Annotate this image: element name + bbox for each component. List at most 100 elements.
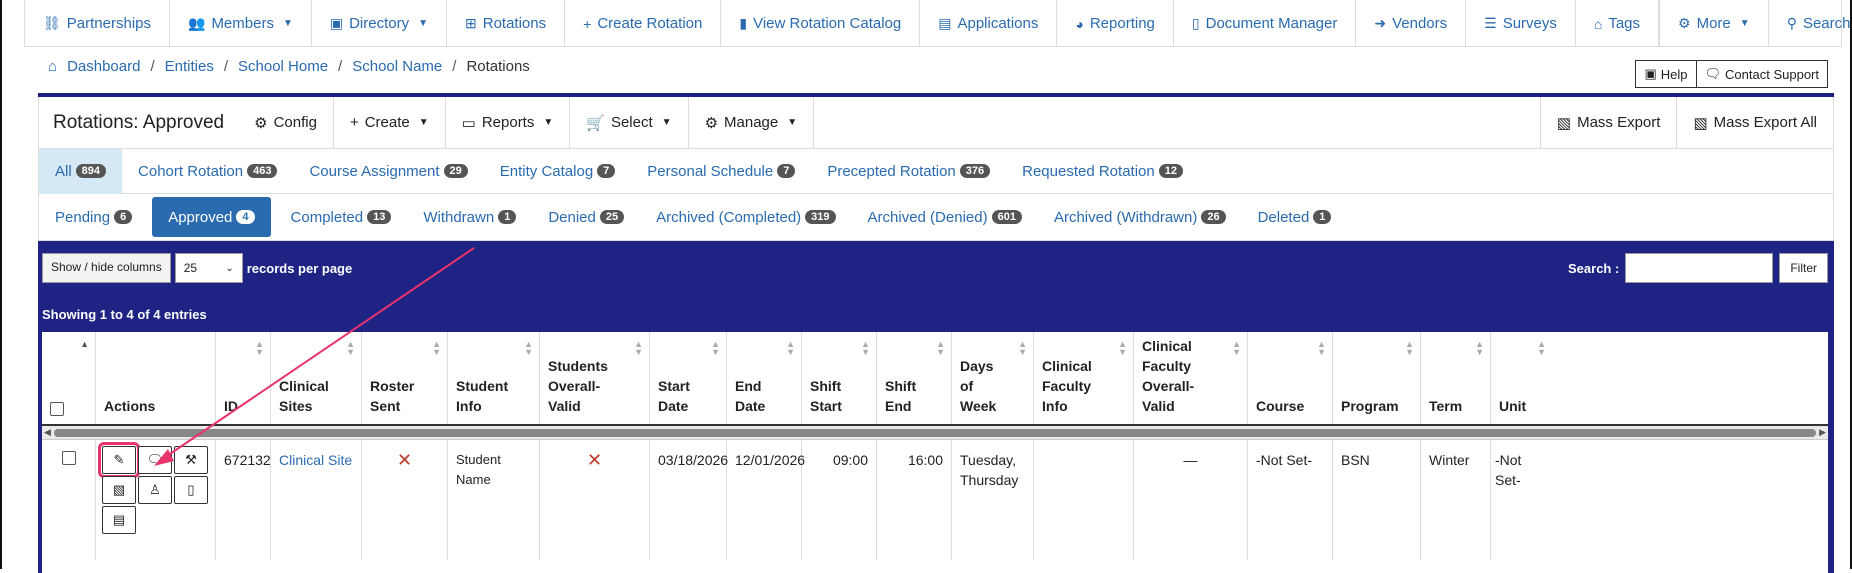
mass-export-button[interactable]: ▧ Mass Export <box>1539 96 1677 149</box>
edit-button[interactable]: ✎ <box>98 442 140 478</box>
scroll-thumb[interactable] <box>54 429 1816 437</box>
table-container: Show / hide columns 25 ⌄ records per page… <box>38 241 1834 573</box>
select-all-checkbox[interactable] <box>50 402 64 416</box>
count-badge: 1 <box>498 210 517 224</box>
breadcrumb-dashboard[interactable]: Dashboard <box>67 58 140 75</box>
nav-document-manager[interactable]: ▯ Document Manager <box>1174 0 1357 47</box>
tab-archived-denied[interactable]: Archived (Denied) 601 <box>852 195 1038 240</box>
create-button[interactable]: + Create ▼ <box>334 96 446 149</box>
cell-shift-end: 16:00 <box>877 440 952 560</box>
nav-more[interactable]: ⚙ More ▼ <box>1659 0 1769 47</box>
nav-rotations[interactable]: ⊞ Rotations <box>447 0 566 47</box>
count-badge: 1 <box>1313 210 1332 224</box>
tab-archived-completed[interactable]: Archived (Completed) 319 <box>640 195 851 240</box>
search-input[interactable] <box>1625 253 1774 283</box>
tab-approved[interactable]: Approved 4 <box>152 197 271 237</box>
row-checkbox[interactable] <box>61 451 76 465</box>
action-buttons: ✎ 🗨 ⚒ ▧ ♙ ▯ ▤ <box>98 442 210 536</box>
sort-icon: ▲ ▼ <box>255 339 264 357</box>
config-button[interactable]: ⚙ Config <box>238 96 334 149</box>
cell-faculty-info <box>1034 440 1134 560</box>
nav-applications[interactable]: ▤ Applications <box>920 0 1058 47</box>
file-export-icon: ▧ <box>112 482 126 497</box>
nav-search[interactable]: ⚲Search▼ <box>1769 0 1852 47</box>
cell-student-info: Student Name <box>448 440 540 560</box>
col-course[interactable]: Course ▲ ▼ <box>1248 332 1333 424</box>
tab-course-assignment[interactable]: Course Assignment 29 <box>293 149 483 194</box>
file-export-icon: ▧ <box>1556 114 1572 132</box>
tab-personal-schedule[interactable]: Personal Schedule 7 <box>631 149 811 194</box>
col-actions[interactable]: Actions <box>96 332 216 424</box>
col-clinical-faculty-info[interactable]: Clinical Faculty Info ▲ ▼ <box>1034 332 1134 424</box>
gavel-icon: ⚒ <box>185 452 197 467</box>
show-hide-columns-button[interactable]: Show / hide columns <box>42 253 171 283</box>
col-start-date[interactable]: Start Date ▲ ▼ <box>650 332 727 424</box>
reports-button[interactable]: ▭ Reports ▼ <box>446 96 571 149</box>
document-button[interactable]: ▯ <box>174 476 208 504</box>
col-program[interactable]: Program ▲ ▼ <box>1333 332 1421 424</box>
col-term[interactable]: Term ▲ ▼ <box>1421 332 1491 424</box>
comments-button[interactable]: 🗨 <box>138 446 172 474</box>
col-unit[interactable]: Unit ▲ ▼ <box>1491 332 1552 424</box>
col-end-date[interactable]: End Date ▲ ▼ <box>727 332 802 424</box>
horizontal-scrollbar[interactable]: ◀ ▶ <box>42 426 1828 440</box>
students-button[interactable]: ♙ <box>138 476 172 504</box>
manage-button[interactable]: ⚙ Manage ▼ <box>689 96 815 149</box>
help-button[interactable]: ▣ Help <box>1635 60 1697 88</box>
col-select[interactable]: ▲ <box>42 332 96 424</box>
records-per-page-select[interactable]: 25 ⌄ <box>174 253 243 283</box>
col-student-info[interactable]: Student Info ▲ ▼ <box>448 332 540 424</box>
breadcrumb-entities[interactable]: Entities <box>165 58 214 75</box>
contact-support-button[interactable]: 🗨 Contact Support <box>1696 60 1828 88</box>
scroll-left-icon[interactable]: ◀ <box>44 427 51 438</box>
tab-all[interactable]: All 894 <box>39 148 123 194</box>
col-clinical-sites[interactable]: Clinical Sites ▲ ▼ <box>271 332 362 424</box>
col-clinical-faculty-overall-valid[interactable]: Clinical Faculty Overall-Valid ▲ ▼ <box>1134 332 1248 424</box>
nav-directory[interactable]: ▣ Directory ▼ <box>312 0 448 47</box>
col-students-overall-valid[interactable]: Students Overall-Valid ▲ ▼ <box>540 332 650 424</box>
tab-archived-withdrawn[interactable]: Archived (Withdrawn) 26 <box>1038 195 1242 240</box>
tab-entity-catalog[interactable]: Entity Catalog 7 <box>484 149 632 194</box>
clipboard-button[interactable]: ▤ <box>102 506 136 534</box>
col-id[interactable]: ID ▲ ▼ <box>216 332 271 424</box>
scroll-right-icon[interactable]: ▶ <box>1819 427 1826 438</box>
tab-pending[interactable]: Pending 6 <box>39 195 148 240</box>
rotations-table: ▲ Actions ID ▲ ▼ Clinical Sites ▲ ▼ Roster S… <box>42 332 1828 573</box>
tab-denied[interactable]: Denied 25 <box>532 195 640 240</box>
breadcrumb-school-home[interactable]: School Home <box>238 58 328 75</box>
nav-members[interactable]: 👥 Members ▼ <box>170 0 312 47</box>
filter-button[interactable]: Filter <box>1779 253 1828 283</box>
cell-clinical-site-link[interactable]: Clinical Site <box>271 440 362 560</box>
gavel-button[interactable]: ⚒ <box>174 446 208 474</box>
nav-view-rotation-catalog[interactable]: ▮ View Rotation Catalog <box>721 0 921 47</box>
nav-tags[interactable]: ⌂ Tags <box>1576 0 1660 47</box>
col-shift-start[interactable]: Shift Start ▲ ▼ <box>802 332 877 424</box>
tab-requested-rotation[interactable]: Requested Rotation 12 <box>1006 149 1199 194</box>
nav-partnerships[interactable]: ⛓ Partnerships <box>25 0 170 47</box>
mass-export-all-button[interactable]: ▧ Mass Export All <box>1676 96 1833 149</box>
tab-completed[interactable]: Completed 13 <box>275 195 408 240</box>
cell-start-date: 03/18/2026 <box>650 440 728 560</box>
nav-create-rotation[interactable]: + Create Rotation <box>565 0 722 47</box>
rotations-panel: Rotations: Approved ⚙ Config + Create ▼ ▭ Re… <box>38 93 1834 573</box>
nav-reporting[interactable]: ◕ Reporting <box>1057 0 1174 47</box>
tab-cohort-rotation[interactable]: Cohort Rotation 463 <box>122 149 293 194</box>
tab-deleted[interactable]: Deleted 1 <box>1242 195 1348 240</box>
tab-precepted-rotation[interactable]: Precepted Rotation 376 <box>811 149 1006 194</box>
col-shift-end[interactable]: Shift End ▲ ▼ <box>877 332 952 424</box>
select-button[interactable]: 🛒 Select ▼ <box>570 96 689 149</box>
sort-icon: ▲ ▼ <box>1317 339 1326 357</box>
cell-term: Winter <box>1421 440 1491 560</box>
cell-shift-start: 09:00 <box>802 440 877 560</box>
sort-icon: ▲ ▼ <box>711 339 720 357</box>
cell-program: BSN <box>1333 440 1421 560</box>
nav-surveys[interactable]: ☰ Surveys <box>1466 0 1576 47</box>
col-days-of-week[interactable]: Days of Week ▲ ▼ <box>952 332 1034 424</box>
nav-vendors[interactable]: ➜ Vendors <box>1356 0 1467 47</box>
count-badge: 4 <box>236 210 255 224</box>
breadcrumb-school-name[interactable]: School Name <box>352 58 442 75</box>
export-button[interactable]: ▧ <box>102 476 136 504</box>
count-badge: 13 <box>367 210 392 224</box>
tab-withdrawn[interactable]: Withdrawn 1 <box>407 195 532 240</box>
col-roster-sent[interactable]: Roster Sent ▲ ▼ <box>362 332 448 424</box>
